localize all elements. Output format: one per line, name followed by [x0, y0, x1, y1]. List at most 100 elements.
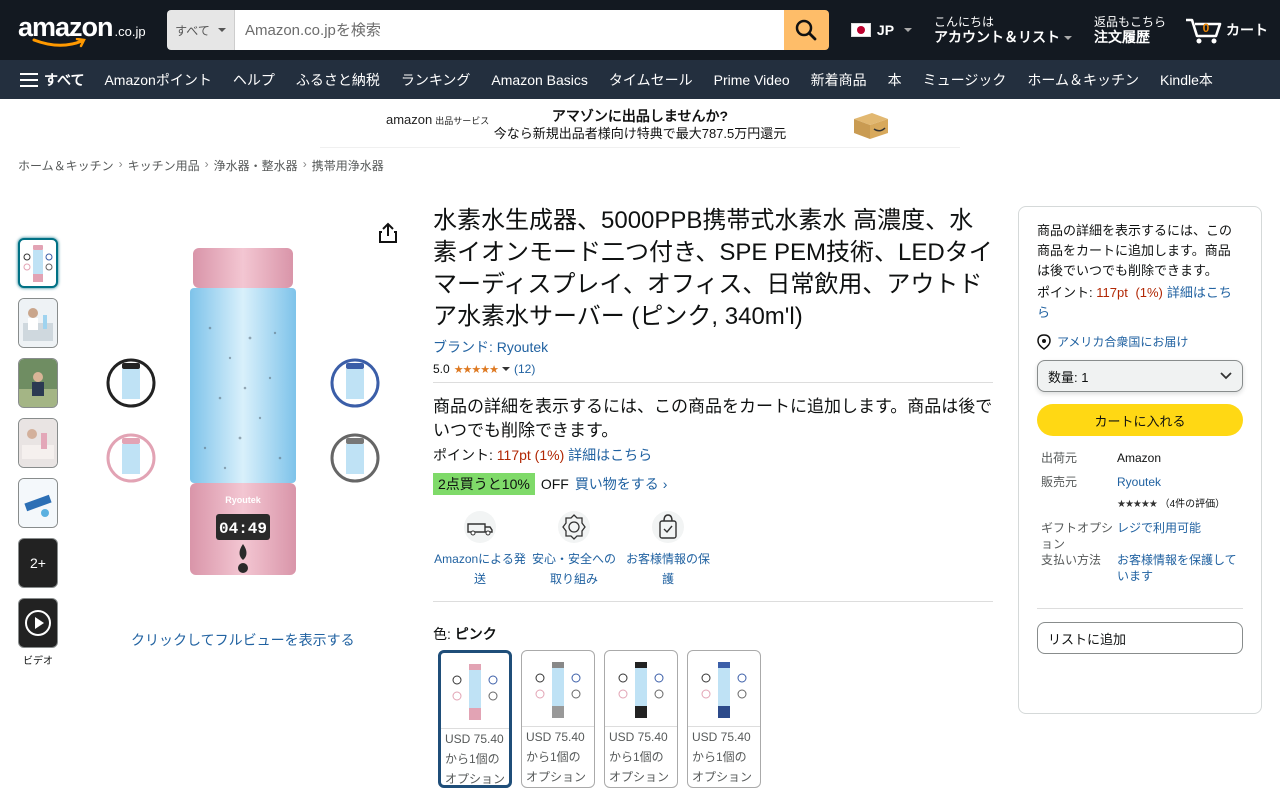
star-rating-icon[interactable]: ★★★★★ [454, 363, 499, 376]
share-icon[interactable] [378, 222, 398, 244]
nav-item-home-kitchen[interactable]: ホーム＆キッチン [1027, 70, 1139, 90]
amazon-logo[interactable]: amazon .co.jp [16, 8, 154, 52]
delivery-location[interactable]: アメリカ合衆国にお届け [1037, 333, 1243, 350]
banner-subline: 今なら新規出品者様向け特典で最大787.5万円還元 [493, 125, 787, 141]
chevron-down-icon [1064, 36, 1073, 41]
account-greeting: こんにちは [934, 15, 995, 29]
buybox-points: ポイント: 117pt (1%) 詳細はこちら [1037, 283, 1243, 323]
seller-review-count: （4件の評価） [1159, 499, 1226, 510]
breadcrumb: ホーム＆キッチン › キッチン用品 › 浄水器・整水器 › 携帯用浄水器 [18, 157, 384, 174]
thumbnail-3[interactable] [18, 358, 58, 408]
lifestyle-photo-icon [19, 299, 57, 347]
nav-item-timesale[interactable]: タイムセール [609, 70, 693, 90]
nav-item-new[interactable]: 新着商品 [811, 70, 867, 90]
language-label: JP [876, 22, 895, 38]
cart-icon: 0 [1186, 18, 1222, 44]
rating-row: 5.0 ★★★★★ (12) [433, 362, 993, 383]
account-menu[interactable]: こんにちは アカウント＆リスト [934, 15, 1073, 45]
chevron-right-icon: › [118, 157, 123, 171]
thumbnail-2[interactable] [18, 298, 58, 348]
feature-privacy[interactable]: お客様情報の保護 [621, 509, 715, 589]
device-brand: Ryoutek [225, 495, 262, 505]
thumbnail-5[interactable] [18, 478, 58, 528]
language-selector[interactable]: JP [850, 22, 913, 38]
swatch-black[interactable]: USD 75.40 から1個の オプション [604, 650, 678, 788]
banner-brand: amazon 出品サービス [386, 112, 489, 127]
seller-banner[interactable]: amazon 出品サービス アマゾンに出品しませんか? 今なら新規出品者様向け特典… [320, 102, 960, 148]
cart-notice: 商品の詳細を表示するには、この商品をカートに追加します。商品は後でいつでも削除で… [433, 397, 993, 440]
cart-link[interactable]: 0 カート [1184, 14, 1268, 46]
quantity-dropdown[interactable]: 数量: 1 [1037, 360, 1243, 392]
swatch-options: から1個の [609, 750, 664, 764]
fullview-link[interactable]: クリックしてフルビューを表示する [131, 630, 355, 650]
color-swatches: USD 75.40 から1個の オプション USD 75.40 から1個の オプ… [438, 650, 993, 788]
nav-item-furusato[interactable]: ふるさと納税 [296, 70, 380, 90]
nav-item-help[interactable]: ヘルプ [233, 70, 275, 90]
main-product-image[interactable]: Ryoutek 04:49 [100, 238, 390, 583]
chevron-down-icon [217, 28, 226, 32]
nav-item-kindle[interactable]: Kindle本 [1160, 70, 1213, 90]
orders-link[interactable]: 返品もこちら 注文履歴 [1094, 15, 1166, 45]
nav-item-basics[interactable]: Amazon Basics [491, 72, 587, 88]
video-thumbnail[interactable] [18, 598, 58, 648]
japan-flag-icon [850, 23, 871, 37]
breadcrumb-item[interactable]: 携帯用浄水器 [312, 157, 384, 174]
search-category-dropdown[interactable]: すべて [166, 10, 235, 50]
interior-photo-icon [19, 419, 57, 467]
swatch-image [605, 651, 677, 727]
main-nav: すべて Amazonポイント ヘルプ ふるさと納税 ランキング Amazon B… [0, 60, 1280, 99]
search-category-label: すべて [175, 23, 210, 38]
nav-item-books[interactable]: 本 [888, 70, 902, 90]
nav-item-music[interactable]: ミュージック [923, 70, 1007, 90]
gift-option-link[interactable]: レジで利用可能 [1117, 520, 1243, 552]
breadcrumb-item[interactable]: 浄水器・整水器 [214, 157, 298, 174]
sold-by-link[interactable]: Ryoutek [1117, 474, 1243, 490]
nav-item-points[interactable]: Amazonポイント [104, 70, 211, 90]
feature-fba[interactable]: Amazonによる発送 [433, 509, 527, 589]
location-pin-icon [1037, 333, 1051, 350]
search-button[interactable] [783, 10, 829, 50]
promo-row: 2点買うと10% OFF 買い物をする › [433, 473, 993, 495]
feature-label: 安心・安全への取り組み [531, 552, 616, 586]
orders-label: 注文履歴 [1094, 29, 1151, 45]
nav-item-ranking[interactable]: ランキング [401, 70, 471, 90]
swatch-options-2: オプション [609, 770, 670, 784]
all-menu-button[interactable]: すべて [20, 70, 84, 90]
feature-label: お客様情報の保護 [625, 552, 710, 586]
thumbnail-1[interactable] [18, 238, 58, 288]
divider [1037, 608, 1243, 609]
add-to-list-button[interactable]: リストに追加 [1037, 622, 1243, 654]
chevron-down-icon[interactable] [502, 367, 510, 371]
feature-safety[interactable]: 安心・安全への取り組み [527, 509, 621, 589]
diagram-photo-icon [19, 479, 57, 527]
nav-item-primevideo[interactable]: Prime Video [714, 72, 790, 88]
bottle-thumbnail-icon [23, 245, 53, 282]
payment-link[interactable]: お客様情報を保護しています [1117, 552, 1243, 584]
swatch-pink[interactable]: USD 75.40 から1個の オプション [438, 650, 512, 788]
ships-from-label: 出荷元 [1041, 451, 1078, 465]
swatch-blue[interactable]: USD 75.40 から1個の オプション [687, 650, 761, 788]
promo-shop-link[interactable]: 買い物をする › [575, 474, 668, 494]
chevron-right-icon: › [204, 157, 209, 171]
review-count-link[interactable]: (12) [514, 362, 535, 376]
promo-badge: 2点買うと10% [433, 473, 535, 495]
swatch-silver[interactable]: USD 75.40 から1個の オプション [521, 650, 595, 788]
search-input[interactable] [234, 10, 784, 50]
cart-label: カート [1226, 22, 1269, 38]
ships-from-value: Amazon [1117, 451, 1162, 465]
header-bar: amazon .co.jp すべて JP こんにちは アカウント＆リスト 返品も… [0, 0, 1280, 60]
add-to-cart-button[interactable]: カートに入れる [1037, 404, 1243, 436]
feature-label: Amazonによる発送 [434, 552, 526, 586]
swatch-price: USD 75.40 [609, 730, 668, 744]
swatch-image [522, 651, 594, 727]
feature-badges: Amazonによる発送 安心・安全への取り組み お客様情報の保護 [433, 509, 993, 602]
breadcrumb-item[interactable]: キッチン用品 [128, 157, 200, 174]
brand-link[interactable]: ブランド: Ryoutek [433, 337, 993, 357]
more-images-thumbnail[interactable]: 2+ [18, 538, 58, 588]
breadcrumb-item[interactable]: ホーム＆キッチン [18, 157, 114, 174]
more-images-count: 2+ [30, 555, 46, 571]
sold-by-label: 販売元 [1041, 475, 1078, 489]
points-details-link[interactable]: 詳細はこちら [568, 447, 652, 463]
video-label: ビデオ [23, 656, 53, 667]
thumbnail-4[interactable] [18, 418, 58, 468]
